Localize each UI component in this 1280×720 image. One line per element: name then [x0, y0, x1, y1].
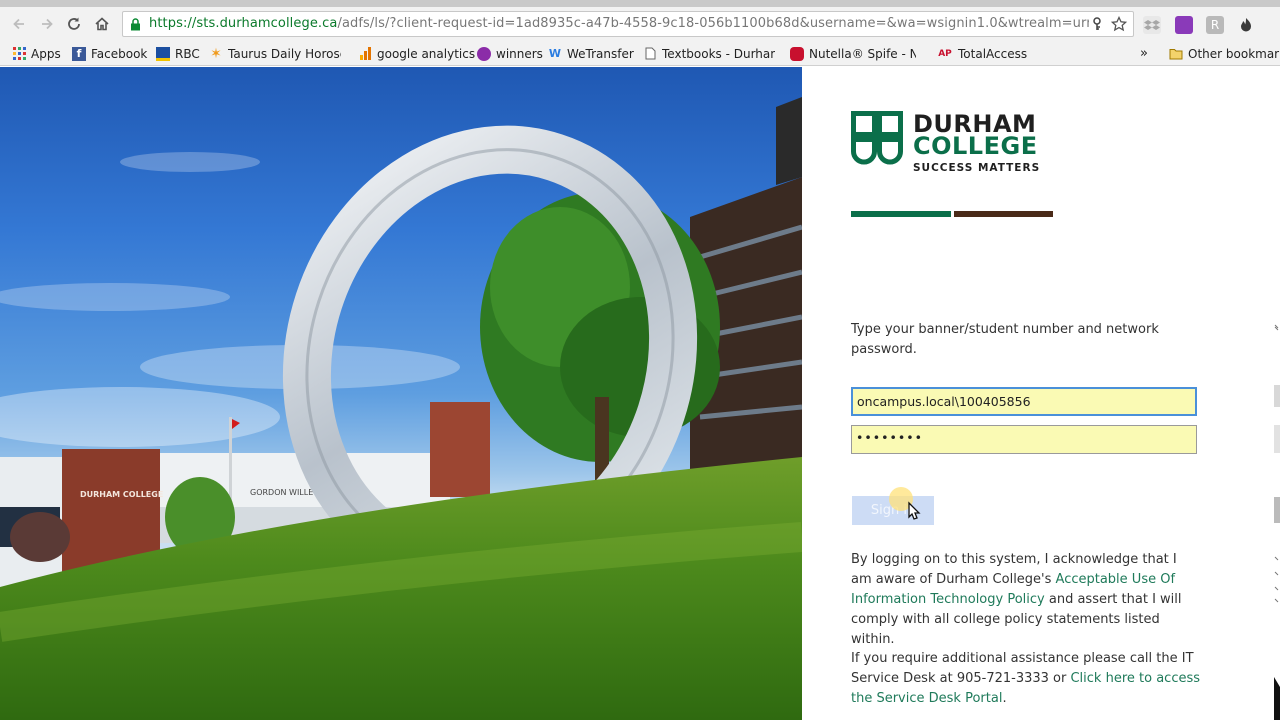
flame-extension-icon[interactable] — [1237, 16, 1255, 34]
acknowledgement-text: By logging on to this system, I acknowle… — [851, 550, 1201, 650]
brand-bar-green — [851, 211, 951, 217]
bookmark-facebook[interactable]: f Facebook — [72, 45, 147, 62]
wetransfer-icon: W — [548, 47, 562, 60]
bookmark-rbc[interactable]: RBC — [156, 45, 200, 62]
password-value: •••••••• — [856, 430, 923, 445]
puzzle-extension-icon[interactable] — [1175, 16, 1193, 34]
bookmark-label: WeTransfer — [567, 46, 634, 61]
url-host: https://sts.durhamcollege.ca — [149, 16, 338, 31]
nutella-icon — [790, 46, 804, 61]
bookmark-google-analytics[interactable]: google analytics — [358, 45, 475, 62]
login-instructions: Type your banner/student number and netw… — [851, 322, 1159, 357]
bookmark-label: Facebook — [91, 46, 148, 61]
bookmark-label: Apps — [31, 46, 61, 61]
reload-button[interactable] — [63, 13, 85, 35]
help-text: If you require additional assistance ple… — [851, 649, 1201, 709]
logo-line-college: COLLEGE — [913, 132, 1038, 160]
help-suffix: . — [1002, 691, 1007, 706]
bookmark-label: Nutella® Spife - Nute — [809, 46, 916, 61]
bookmark-horoscope[interactable]: ✶ Taurus Daily Horoscop — [209, 45, 341, 62]
facebook-icon: f — [72, 46, 86, 61]
address-bar[interactable]: https://sts.durhamcollege.ca/adfs/ls/?cl… — [122, 11, 1134, 37]
home-icon — [95, 17, 109, 31]
campus-scene: DURHAM COLLEGE GORDON WILLEY BUILDING — [0, 97, 802, 720]
bookmark-star-icon[interactable] — [1111, 16, 1127, 32]
back-arrow-icon — [13, 18, 24, 30]
bookmark-label: Taurus Daily Horoscop — [228, 46, 341, 61]
lock-icon — [131, 18, 140, 31]
forward-arrow-icon — [42, 18, 53, 30]
browser-toolbar: https://sts.durhamcollege.ca/adfs/ls/?cl… — [0, 7, 1280, 41]
shield-crest-icon — [851, 111, 903, 165]
bookmark-totalaccess[interactable]: AP TotalAccess — [937, 45, 1027, 62]
page-icon — [643, 47, 657, 61]
home-button[interactable] — [91, 13, 113, 35]
bookmark-nutella[interactable]: Nutella® Spife - Nute — [790, 45, 916, 62]
other-bookmarks-label: Other bookmarks — [1188, 46, 1280, 61]
bookmarks-bar: Apps f Facebook RBC ✶ Taurus Daily Horosco… — [0, 41, 1280, 66]
hand-cursor-icon — [908, 501, 921, 520]
building-sign-text: DURHAM COLLEGE — [80, 490, 163, 499]
bookmark-wetransfer[interactable]: W WeTransfer — [548, 45, 634, 62]
bookmark-label: TotalAccess — [958, 46, 1028, 61]
totalaccess-icon: AP — [938, 48, 952, 59]
reload-icon — [68, 17, 80, 30]
password-field[interactable]: •••••••• — [851, 425, 1197, 454]
username-value: oncampus.local\100405856 — [857, 394, 1031, 409]
apps-grid-icon — [12, 47, 26, 61]
overflow-chevron-icon: » — [1140, 46, 1148, 61]
star-burst-icon: ✶ — [210, 45, 222, 62]
durham-college-logo: DURHAM COLLEGE SUCCESS MATTERS — [851, 111, 1039, 177]
rbc-icon — [156, 46, 170, 61]
analytics-icon — [358, 47, 372, 61]
bookmark-winners[interactable]: winners — [477, 45, 543, 62]
url-text: https://sts.durhamcollege.ca/adfs/ls/?cl… — [149, 16, 1089, 31]
back-button[interactable] — [8, 13, 30, 35]
bookmark-label: google analytics — [377, 46, 476, 61]
forward-button[interactable] — [36, 13, 58, 35]
offscreen-content-edge — [1274, 324, 1280, 720]
logo-tagline: SUCCESS MATTERS — [913, 162, 1041, 174]
bookmark-textbooks[interactable]: Textbooks - Durham C — [643, 45, 775, 62]
winners-icon — [477, 46, 491, 61]
bookmark-apps[interactable]: Apps — [12, 45, 61, 62]
brand-bar-brown — [954, 211, 1053, 217]
dropbox-extension-icon[interactable] — [1143, 16, 1161, 34]
tab-strip — [0, 0, 1280, 7]
bookmarks-overflow-button[interactable]: » — [1140, 45, 1148, 62]
key-icon[interactable] — [1091, 17, 1103, 31]
cursor-highlight — [889, 487, 921, 520]
campus-photo: DURHAM COLLEGE GORDON WILLEY BUILDING — [0, 67, 802, 720]
other-bookmarks-folder[interactable]: Other bookmarks — [1169, 45, 1280, 62]
bookmark-label: RBC — [175, 46, 200, 61]
folder-icon — [1169, 47, 1183, 61]
bookmark-label: winners — [496, 46, 543, 61]
r-extension-icon[interactable]: R — [1206, 16, 1224, 34]
username-field[interactable]: oncampus.local\100405856 — [851, 387, 1197, 416]
login-panel: DURHAM COLLEGE SUCCESS MATTERS Type your… — [802, 67, 1280, 720]
url-path: /adfs/ls/?client-request-id=1ad8935c-a47… — [337, 16, 1089, 31]
bookmark-label: Textbooks - Durham C — [662, 46, 775, 61]
